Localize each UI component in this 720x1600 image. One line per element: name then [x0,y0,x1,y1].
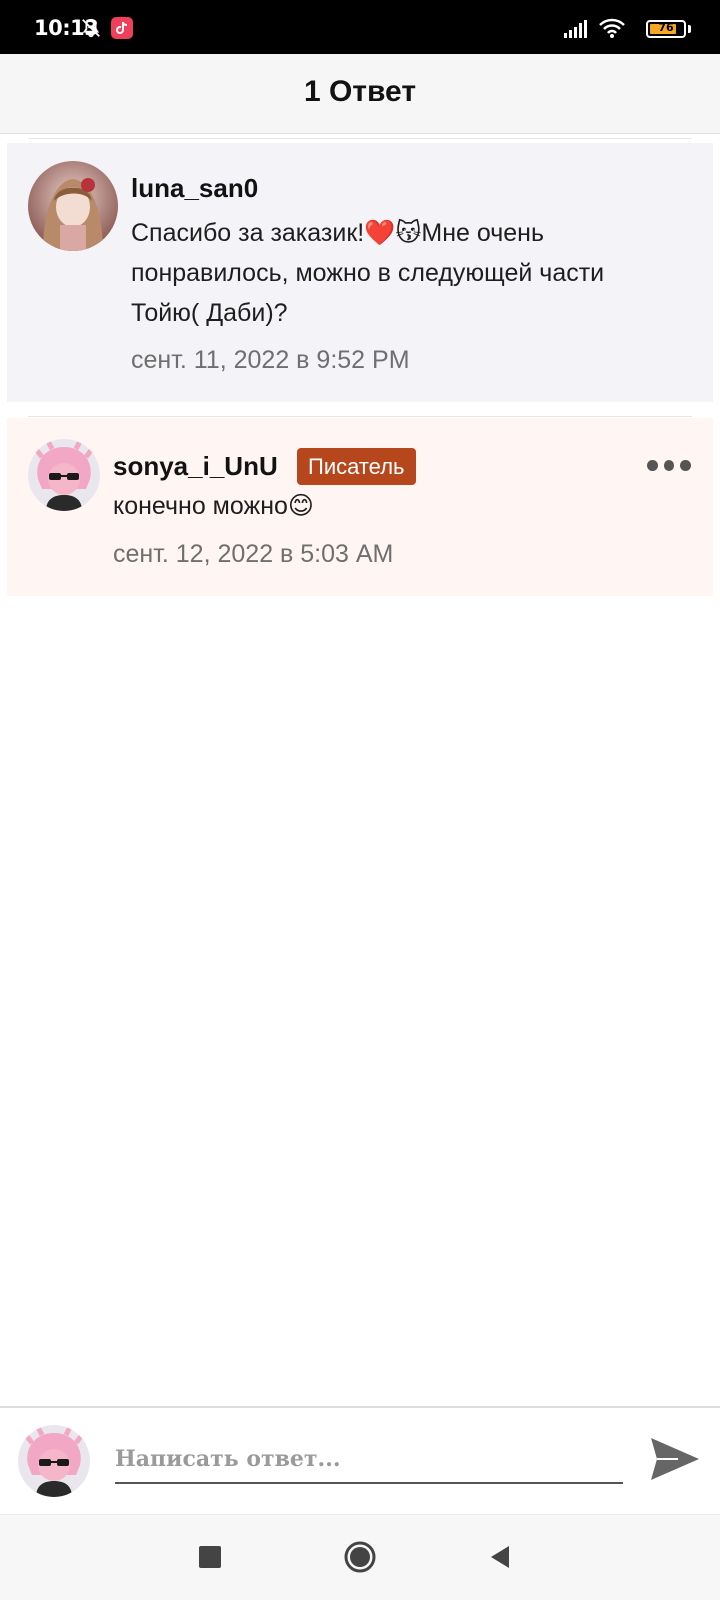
reply-comment: sonya_i_UnU Писатель конечно можно😊 сент… [7,418,713,596]
comment-text: Спасибо за заказик!❤️😽Мне очень понравил… [131,219,605,327]
battery-icon: 76 [646,20,686,38]
avatar[interactable] [28,439,100,511]
comment-timestamp: сент. 12, 2022 в 5:03 AM [113,540,394,568]
wifi-icon [599,18,625,38]
back-icon[interactable] [478,1535,522,1579]
writer-badge: Писатель [297,448,416,485]
reply-bar [0,1408,720,1514]
comment-username[interactable]: sonya_i_UnU [113,451,278,482]
signal-icon [564,20,587,38]
header: 1 Ответ [0,54,720,134]
divider [28,138,692,139]
reply-input[interactable] [115,1436,623,1484]
app-notification-icon [111,17,133,39]
avatar[interactable] [28,161,118,251]
status-bar: 10:13 76 [0,0,720,54]
comment-username[interactable]: luna_san0 [131,173,258,204]
recents-icon[interactable] [188,1535,232,1579]
battery-level: 76 [658,21,674,34]
system-nav-bar [0,1514,720,1600]
bell-off-icon [82,18,100,38]
divider [28,416,692,417]
page-title: 1 Ответ [303,75,417,108]
home-icon[interactable] [338,1535,382,1579]
parent-comment: luna_san0 Спасибо за заказик!❤️😽Мне очен… [7,143,713,402]
comment-text: конечно можно😊 [113,492,314,520]
send-icon[interactable] [648,1432,702,1486]
comment-timestamp: сент. 11, 2022 в 9:52 PM [131,346,410,374]
avatar [18,1425,90,1497]
more-options-icon[interactable] [647,454,692,476]
